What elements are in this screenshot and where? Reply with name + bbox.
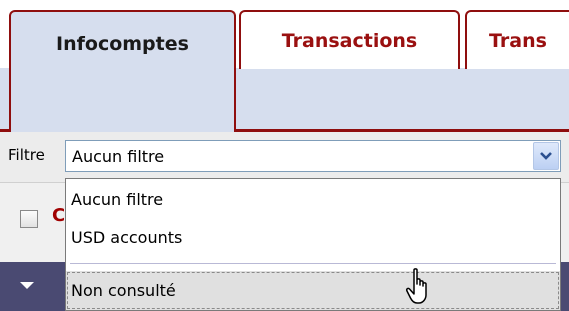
hand-pointer-icon bbox=[406, 268, 427, 304]
dropdown-button[interactable] bbox=[533, 142, 559, 170]
tab-strip: Infocomptes Transactions Trans bbox=[0, 0, 569, 132]
tab-transactions-label: Transactions bbox=[281, 30, 418, 52]
filter-selected-value: Aucun filtre bbox=[72, 147, 165, 166]
column-header-peek: C bbox=[52, 205, 64, 226]
dropdown-separator bbox=[70, 263, 556, 264]
tab-infocomptes-label: Infocomptes bbox=[56, 33, 189, 55]
tab-trans-truncated-label: Trans bbox=[489, 30, 547, 52]
tab-transactions[interactable]: Transactions bbox=[239, 10, 460, 69]
dropdown-option-non-consulte[interactable]: Non consulté bbox=[66, 271, 560, 310]
filter-select[interactable]: Aucun filtre bbox=[65, 140, 561, 172]
filter-bar: Filtre Aucun filtre bbox=[0, 132, 569, 182]
select-all-checkbox[interactable] bbox=[20, 210, 38, 228]
filter-label: Filtre bbox=[8, 146, 45, 164]
caret-down-icon[interactable] bbox=[20, 282, 34, 290]
tab-infocomptes[interactable]: Infocomptes bbox=[9, 10, 236, 132]
dropdown-option-usd-accounts[interactable]: USD accounts bbox=[66, 220, 560, 256]
app-window: Infocomptes Transactions Trans Filtre Au… bbox=[0, 0, 569, 311]
tab-trans-truncated[interactable]: Trans bbox=[465, 10, 569, 69]
dropdown-option-aucun-filtre[interactable]: Aucun filtre bbox=[66, 182, 560, 218]
filter-dropdown-list: Aucun filtre USD accounts Non consulté bbox=[65, 178, 561, 311]
chevron-down-icon bbox=[540, 152, 552, 160]
